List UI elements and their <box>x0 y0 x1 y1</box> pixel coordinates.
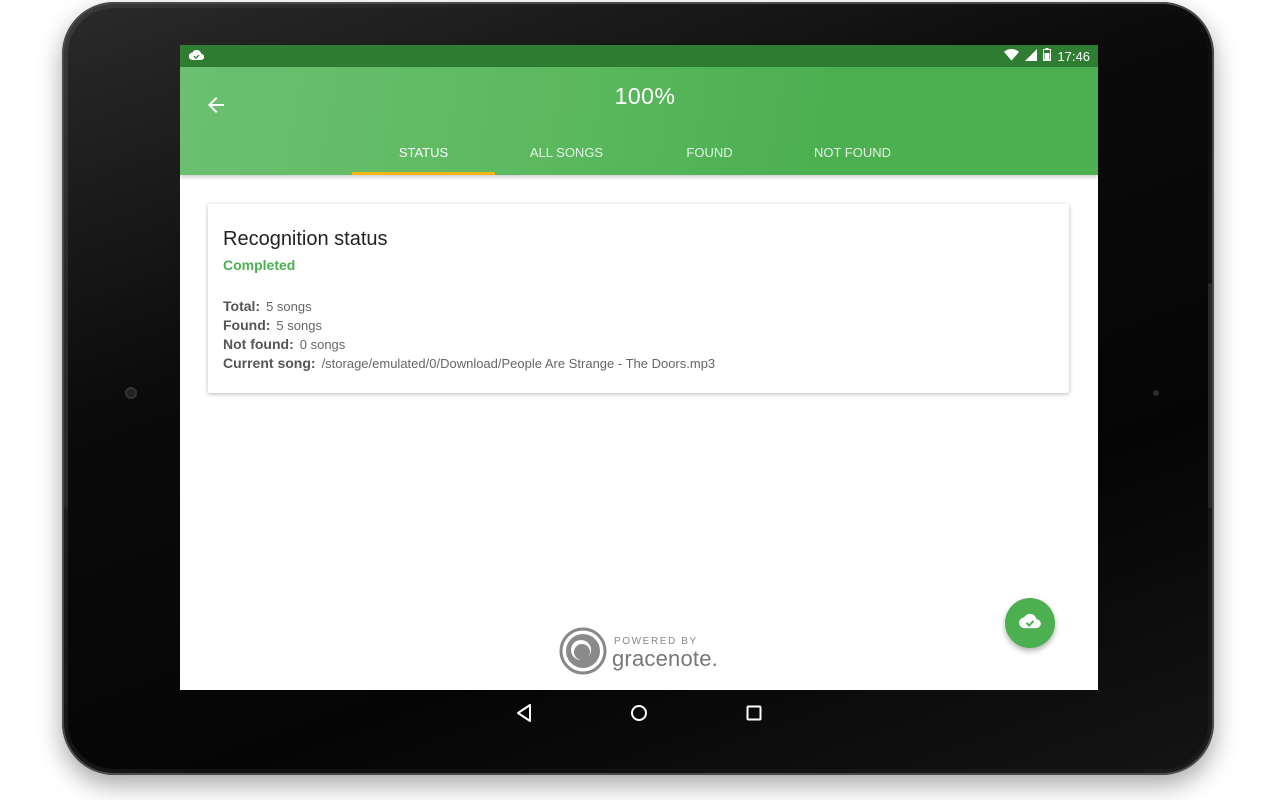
found-row: Found: 5 songs <box>223 317 322 333</box>
nav-back-icon[interactable] <box>513 702 535 724</box>
speaker-right <box>1208 283 1212 508</box>
tab-status[interactable]: STATUS <box>352 133 495 175</box>
app-bar: 100% STATUS ALL SONGS FOUND NOT FOUND <box>180 67 1098 175</box>
current-song-value: /storage/emulated/0/Download/People Are … <box>321 356 716 371</box>
wifi-icon <box>1004 48 1020 64</box>
tab-found[interactable]: FOUND <box>638 133 781 175</box>
gracenote-logo: POWERED BY gracenote. <box>559 627 729 677</box>
nav-recents-icon[interactable] <box>743 702 765 724</box>
total-value: 5 songs <box>266 299 312 314</box>
found-label: Found: <box>223 317 271 333</box>
not-found-value: 0 songs <box>299 337 346 352</box>
screen: 17:46 100% STATUS ALL SONGS FOUND NOT FO… <box>180 45 1098 690</box>
current-song-label: Current song: <box>223 355 316 371</box>
tab-bar: STATUS ALL SONGS FOUND NOT FOUND <box>352 133 924 175</box>
clock: 17:46 <box>1057 48 1090 64</box>
total-label: Total: <box>223 298 261 314</box>
found-value: 5 songs <box>276 318 322 333</box>
current-song-row: Current song: /storage/emulated/0/Downloa… <box>223 355 715 371</box>
total-row: Total: 5 songs <box>223 298 312 314</box>
navigation-bar <box>180 690 1098 735</box>
status-icons: 17:46 <box>1004 48 1090 64</box>
status-bar: 17:46 <box>180 45 1098 67</box>
gracenote-wordmark: gracenote. <box>612 646 718 671</box>
battery-icon <box>1043 48 1052 64</box>
status-badge: Completed <box>223 257 296 273</box>
nav-home-icon[interactable] <box>628 702 650 724</box>
light-sensor <box>1153 390 1159 396</box>
not-found-row: Not found: 0 songs <box>223 336 345 352</box>
card-title: Recognition status <box>223 228 388 250</box>
gracenote-mark-icon <box>559 627 607 675</box>
recognition-status-card: Recognition status Completed Total: 5 son… <box>208 204 1069 393</box>
tab-all-songs[interactable]: ALL SONGS <box>495 133 638 175</box>
cloud-done-fab-button[interactable] <box>1005 598 1055 648</box>
page-title: 100% <box>614 83 676 109</box>
cloud-done-icon <box>188 49 205 64</box>
signal-icon <box>1025 48 1038 64</box>
cloud-done-icon <box>1019 613 1041 634</box>
speaker-left <box>64 283 68 508</box>
front-camera <box>125 387 137 399</box>
not-found-label: Not found: <box>223 336 294 352</box>
tab-not-found[interactable]: NOT FOUND <box>781 133 924 175</box>
